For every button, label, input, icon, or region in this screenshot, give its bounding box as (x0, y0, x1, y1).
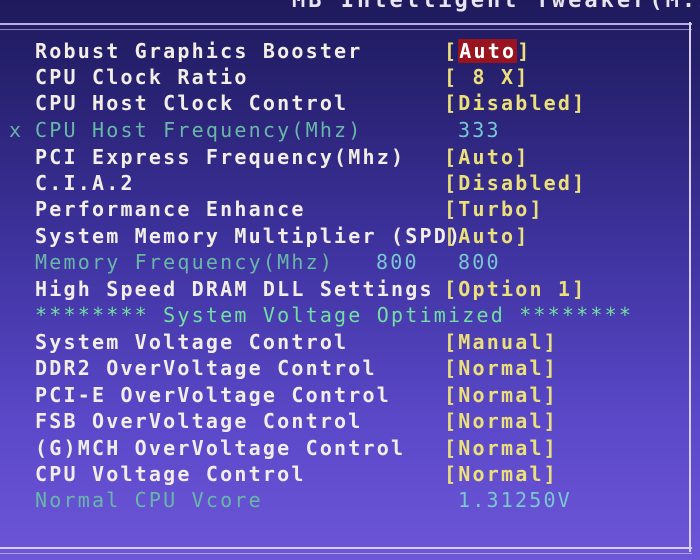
frame-bottom-border (0, 547, 692, 554)
disabled-x-marker-icon: x (9, 118, 24, 142)
setting-row-performance-enhance[interactable]: Performance Enhance [Turbo] (0, 196, 690, 222)
setting-row-system-voltage-control[interactable]: System Voltage Control [Manual] (0, 329, 690, 355)
setting-value: 800 (458, 250, 501, 274)
setting-label: System Memory Multiplier (SPD) (35, 224, 463, 248)
setting-value[interactable]: [Disabled] (444, 170, 586, 196)
setting-row-cpu-clock-ratio[interactable]: CPU Clock Ratio [ 8 X] (0, 64, 690, 90)
setting-value: 1.31250V (458, 488, 572, 512)
setting-row-gmch-overvoltage[interactable]: (G)MCH OverVoltage Control [Normal] (0, 435, 690, 461)
frame-top-border (0, 23, 692, 30)
setting-value[interactable]: [Auto] (444, 223, 529, 249)
setting-row-high-speed-dram-dll[interactable]: High Speed DRAM DLL Settings [Option 1] (0, 276, 690, 302)
setting-value[interactable]: [Auto] (444, 144, 529, 170)
setting-value[interactable]: [Normal] (444, 355, 558, 381)
setting-value[interactable]: [Disabled] (444, 90, 586, 116)
setting-row-ddr2-overvoltage[interactable]: DDR2 OverVoltage Control [Normal] (0, 355, 690, 381)
setting-row-cia2[interactable]: C.I.A.2 [Disabled] (0, 170, 690, 196)
page-title: MB Intelligent Tweaker(M.I.T.) (292, 0, 700, 13)
setting-label: (G)MCH OverVoltage Control (35, 436, 406, 460)
setting-label: Normal CPU Vcore (35, 488, 263, 512)
section-header-system-voltage: ******** System Voltage Optimized ******… (0, 302, 690, 328)
selected-value-highlight[interactable]: Auto (458, 39, 518, 63)
setting-row-cpu-host-clock-control[interactable]: CPU Host Clock Control [Disabled] (0, 90, 690, 116)
setting-row-cpu-host-frequency: x CPU Host Frequency(Mhz) 333 (0, 117, 690, 143)
setting-value[interactable]: [Normal] (444, 408, 558, 434)
setting-row-system-memory-multiplier[interactable]: System Memory Multiplier (SPD) [Auto] (0, 223, 690, 249)
section-header-text: ******** System Voltage Optimized ******… (35, 303, 634, 327)
setting-label: Memory Frequency(Mhz) (35, 250, 335, 274)
setting-label: High Speed DRAM DLL Settings (35, 277, 434, 301)
setting-label: CPU Host Frequency(Mhz) (35, 118, 363, 142)
setting-label: DDR2 OverVoltage Control (35, 356, 377, 380)
bracket-open: [ (444, 39, 459, 63)
setting-label: PCI Express Frequency(Mhz) (35, 145, 406, 169)
setting-label: CPU Clock Ratio (35, 65, 249, 89)
setting-row-pci-express-frequency[interactable]: PCI Express Frequency(Mhz) [Auto] (0, 144, 690, 170)
setting-value[interactable]: [Normal] (444, 435, 558, 461)
setting-value[interactable]: [Manual] (444, 329, 558, 355)
setting-row-cpu-voltage-control[interactable]: CPU Voltage Control [Normal] (0, 461, 690, 487)
setting-value[interactable]: [Turbo] (444, 196, 544, 222)
setting-value[interactable]: [ 8 X] (444, 64, 529, 90)
setting-label: FSB OverVoltage Control (35, 409, 363, 433)
setting-row-memory-frequency: Memory Frequency(Mhz) 800 800 (0, 249, 690, 275)
setting-mid-value: 800 (376, 250, 419, 274)
setting-label: PCI-E OverVoltage Control (35, 383, 392, 407)
setting-label: C.I.A.2 (35, 171, 135, 195)
setting-row-robust-graphics-booster[interactable]: Robust Graphics Booster [Auto] (0, 38, 690, 64)
setting-value[interactable]: [Option 1] (444, 276, 586, 302)
setting-label: Robust Graphics Booster (35, 39, 363, 63)
setting-row-pcie-overvoltage[interactable]: PCI-E OverVoltage Control [Normal] (0, 382, 690, 408)
bracket-close: ] (517, 39, 532, 63)
setting-value[interactable]: [Auto] (444, 38, 531, 64)
setting-label: CPU Voltage Control (35, 462, 306, 486)
setting-label: CPU Host Clock Control (35, 91, 349, 115)
setting-label: System Voltage Control (35, 330, 349, 354)
setting-value[interactable]: [Normal] (444, 382, 558, 408)
setting-value[interactable]: [Normal] (444, 461, 558, 487)
setting-row-normal-cpu-vcore: Normal CPU Vcore 1.31250V (0, 487, 690, 513)
setting-row-fsb-overvoltage[interactable]: FSB OverVoltage Control [Normal] (0, 408, 690, 434)
setting-label: Performance Enhance (35, 197, 306, 221)
setting-value: 333 (458, 118, 501, 142)
